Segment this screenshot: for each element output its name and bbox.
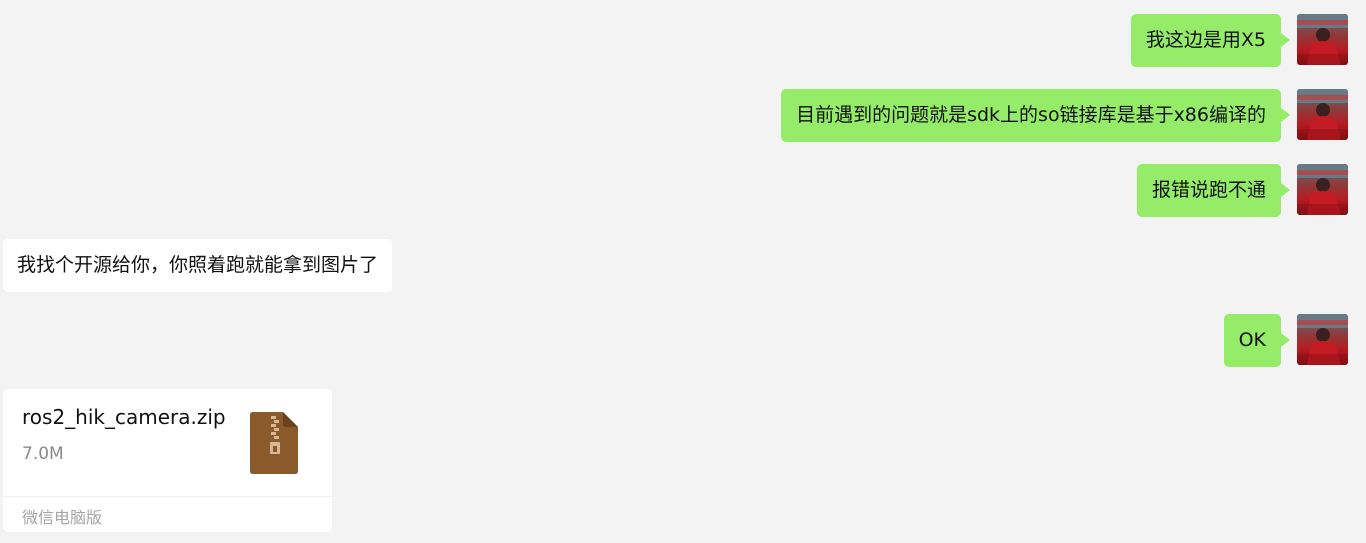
message-bubble-outgoing[interactable]: OK [1223,314,1291,367]
chat-message-area[interactable]: 我这边是用X5 目前遇到的问题就是sdk上的so链接库是基于x86编译的 报错说… [0,0,1366,543]
zip-file-icon [250,412,298,474]
file-card-divider [3,496,332,497]
my-avatar[interactable] [1297,314,1348,365]
message-bubble-outgoing[interactable]: 我这边是用X5 [1130,14,1291,67]
file-size: 7.0M [22,444,64,464]
message-bubble-incoming[interactable]: 我找个开源给你，你照着跑就能拿到图片了 [3,239,393,292]
my-avatar[interactable] [1297,89,1348,140]
my-avatar[interactable] [1297,14,1348,65]
message-bubble-outgoing[interactable]: 报错说跑不通 [1136,164,1291,217]
file-message-card[interactable]: ros2_hik_camera.zip 7.0M 微信电脑版 [3,389,332,532]
my-avatar[interactable] [1297,164,1348,215]
file-source-label: 微信电脑版 [22,508,103,527]
file-name: ros2_hik_camera.zip [22,405,226,429]
message-bubble-outgoing[interactable]: 目前遇到的问题就是sdk上的so链接库是基于x86编译的 [781,89,1290,142]
